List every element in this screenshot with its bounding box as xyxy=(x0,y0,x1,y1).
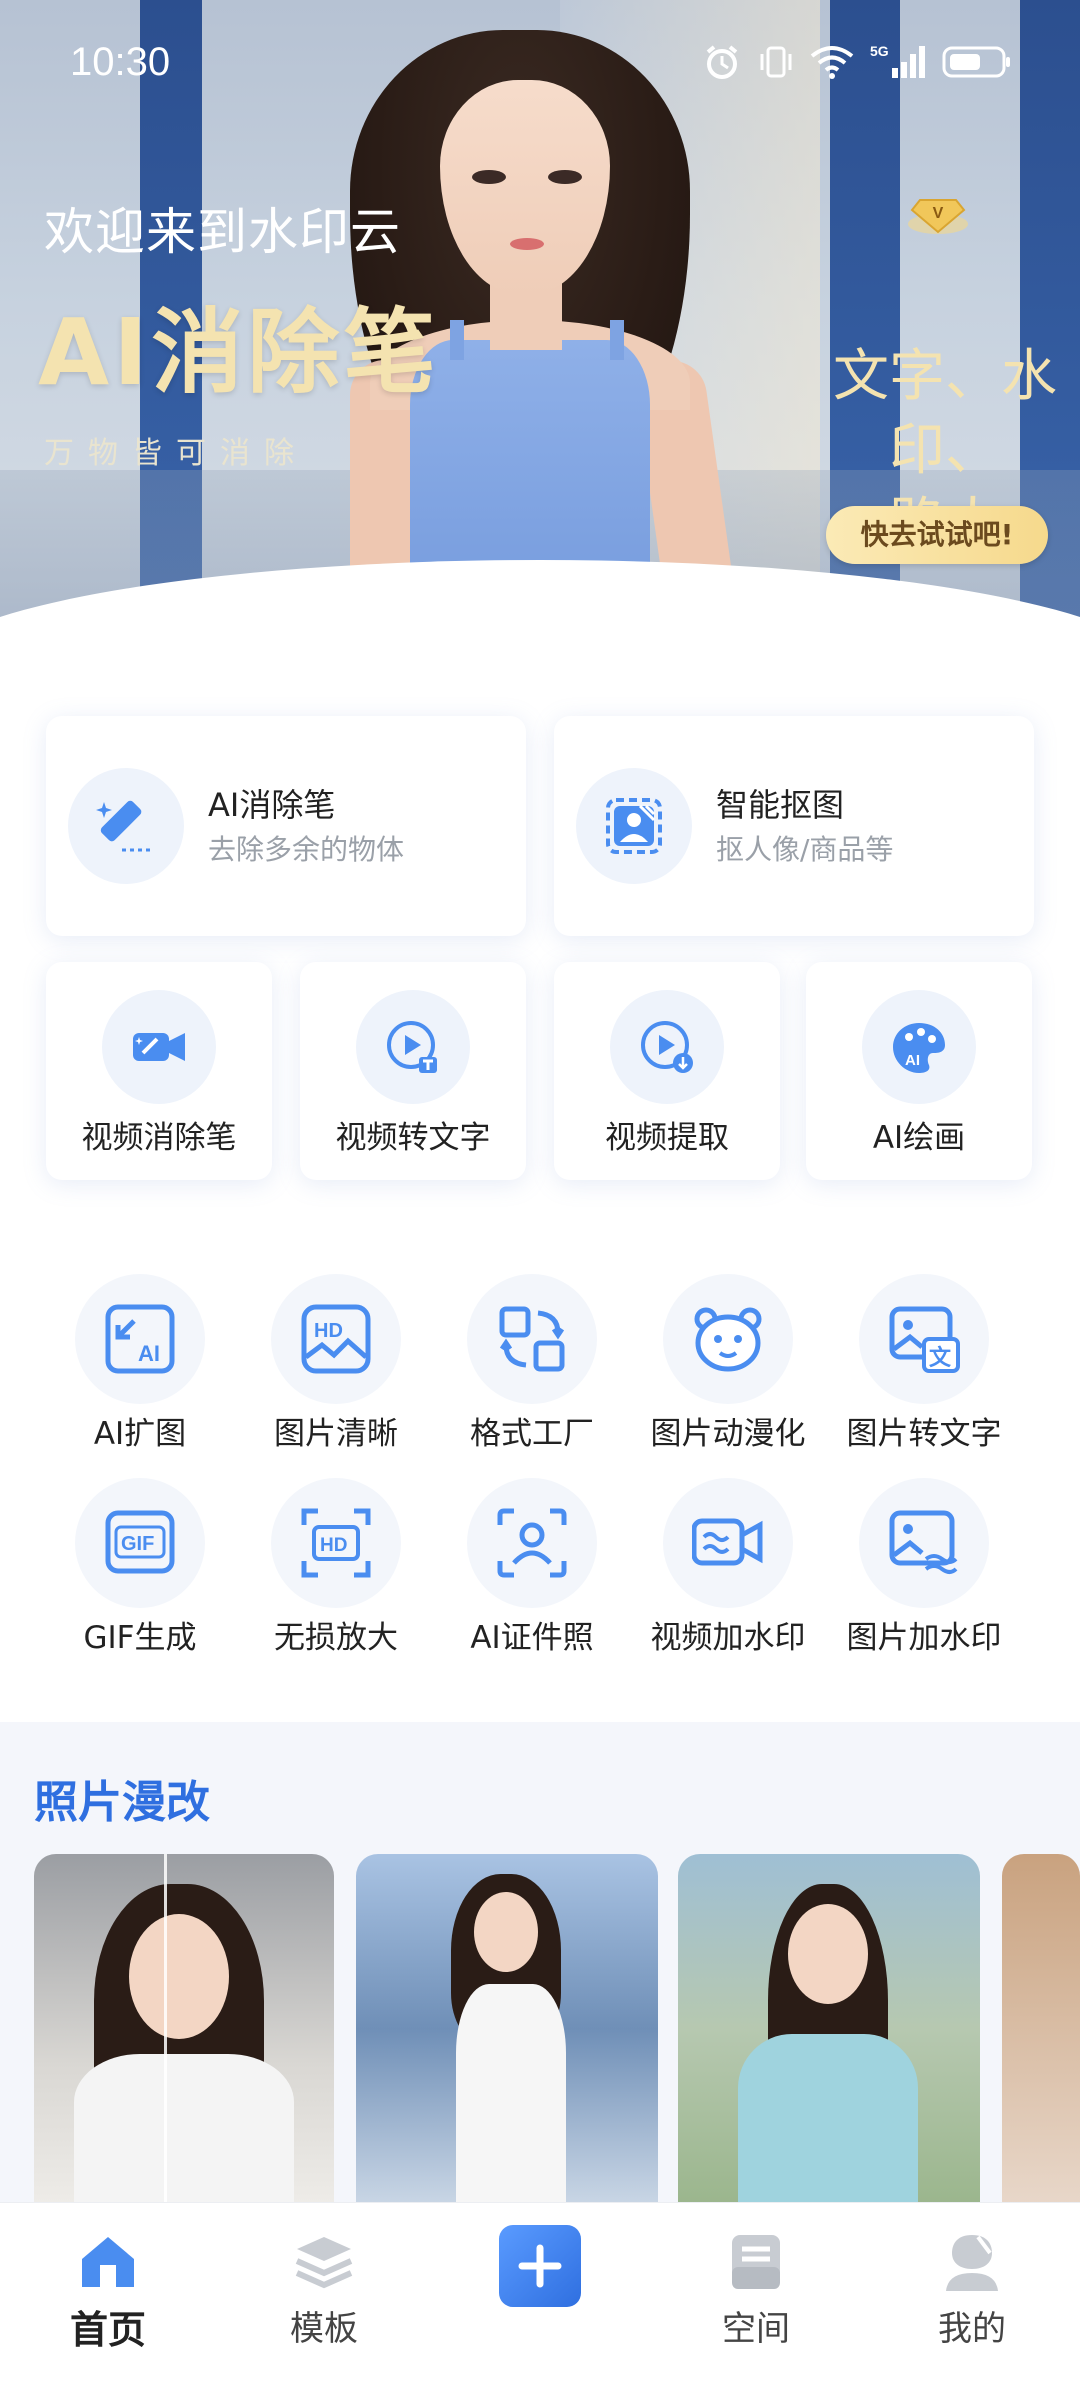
status-time: 10:30 xyxy=(70,40,171,84)
video-to-text-icon xyxy=(387,1021,437,1073)
hero-subtitle: 万物皆可消除 xyxy=(44,436,308,471)
video-extract-icon xyxy=(641,1021,693,1073)
tool-label: 图片动漫化 xyxy=(650,1416,806,1452)
feature-title: AI消除笔 xyxy=(208,786,336,824)
cutout-icon xyxy=(606,798,662,854)
tool-label: 无损放大 xyxy=(274,1620,398,1656)
nav-profile[interactable]: 我的 xyxy=(892,2231,1052,2350)
svg-text:HD: HD xyxy=(320,1535,347,1556)
image-watermark-icon xyxy=(889,1510,958,1574)
tool-label: AI证件照 xyxy=(470,1620,594,1656)
card-label: AI绘画 xyxy=(872,1120,966,1156)
before-after-divider xyxy=(164,1854,167,2204)
ai-expand-icon: AI xyxy=(105,1304,175,1374)
tool-image-to-text[interactable]: 文 图片转文字 xyxy=(826,1274,1022,1474)
plus-icon xyxy=(518,2244,562,2288)
layers-icon xyxy=(295,2237,353,2289)
gif-icon: GIF xyxy=(105,1510,175,1574)
tool-anime[interactable]: 图片动漫化 xyxy=(630,1274,826,1474)
svg-text:AI: AI xyxy=(138,1341,160,1366)
nav-label: 模板 xyxy=(290,2309,358,2349)
bottom-navigation: 首页 模板 空间 我的 xyxy=(0,2202,1080,2381)
id-photo-icon xyxy=(497,1508,567,1578)
storage-icon xyxy=(732,2235,780,2289)
tool-video-watermark[interactable]: 视频加水印 xyxy=(630,1478,826,1678)
tool-label: 格式工厂 xyxy=(470,1416,594,1452)
home-icon xyxy=(82,2237,134,2287)
tool-label: 图片加水印 xyxy=(846,1620,1002,1656)
tool-format-factory[interactable]: 格式工厂 xyxy=(434,1274,630,1474)
nav-label: 我的 xyxy=(938,2309,1006,2349)
card-ai-painting[interactable]: AI AI绘画 xyxy=(806,962,1032,1180)
feature-desc: 去除多余的物体 xyxy=(208,833,405,866)
card-label: 视频提取 xyxy=(605,1120,729,1156)
network-type-label: 5G xyxy=(870,43,889,59)
profile-icon xyxy=(946,2235,998,2291)
tool-label: 视频加水印 xyxy=(650,1620,806,1656)
svg-text:GIF: GIF xyxy=(121,1533,154,1555)
tool-ai-id-photo[interactable]: AI证件照 xyxy=(434,1478,630,1678)
try-now-button[interactable]: 快去试试吧! xyxy=(826,506,1048,564)
tool-label: GIF生成 xyxy=(83,1620,197,1656)
wifi-icon xyxy=(810,46,854,79)
svg-text:AI: AI xyxy=(905,1052,920,1069)
welcome-text: 欢迎来到水印云 xyxy=(44,203,401,261)
photo-card[interactable] xyxy=(34,1854,334,2204)
tool-label: AI扩图 xyxy=(93,1416,187,1452)
tool-ai-expand[interactable]: AI AI扩图 xyxy=(42,1274,238,1474)
vibrate-icon xyxy=(760,46,792,78)
svg-text:HD: HD xyxy=(314,1320,343,1342)
tool-image-clarity[interactable]: HD 图片清晰 xyxy=(238,1274,434,1474)
feature-card-ai-eraser[interactable]: AI消除笔 去除多余的物体 xyxy=(46,716,526,936)
nav-templates[interactable]: 模板 xyxy=(244,2231,404,2350)
nav-home[interactable]: 首页 xyxy=(28,2231,188,2354)
image-to-text-icon: 文 xyxy=(889,1306,960,1373)
vip-diamond-icon[interactable]: V xyxy=(906,188,970,238)
hero-tagline-line1: 文字、水印、 xyxy=(833,344,1057,483)
svg-text:文: 文 xyxy=(929,1345,952,1371)
anime-icon xyxy=(694,1307,762,1372)
alarm-icon xyxy=(706,45,738,79)
tool-lossless-upscale[interactable]: HD 无损放大 xyxy=(238,1478,434,1678)
tool-label: 图片转文字 xyxy=(846,1416,1002,1452)
photo-card[interactable] xyxy=(1002,1854,1080,2204)
card-video-eraser[interactable]: 视频消除笔 xyxy=(46,962,272,1180)
section-title-photo-anime: 照片漫改 xyxy=(34,1777,210,1828)
format-factory-icon xyxy=(499,1306,565,1372)
feature-title: 智能抠图 xyxy=(716,786,845,824)
svg-text:V: V xyxy=(933,205,944,222)
feature-desc: 抠人像/商品等 xyxy=(716,833,894,866)
hero-title: AI消除笔 xyxy=(38,299,440,406)
battery-icon xyxy=(942,46,1010,78)
card-label: 视频转文字 xyxy=(335,1120,491,1156)
tool-label: 图片清晰 xyxy=(274,1416,398,1452)
video-watermark-icon xyxy=(692,1518,763,1566)
video-eraser-icon xyxy=(133,1033,185,1061)
hd-upscale-icon: HD xyxy=(301,1508,371,1578)
card-label: 视频消除笔 xyxy=(81,1120,237,1156)
eraser-pen-icon xyxy=(96,800,152,852)
nav-label: 空间 xyxy=(722,2309,790,2349)
nav-label: 首页 xyxy=(69,2308,146,2352)
photo-card[interactable] xyxy=(356,1854,658,2204)
status-bar: 10:30 5G xyxy=(0,0,1080,120)
photo-card[interactable] xyxy=(678,1854,980,2204)
tool-image-watermark[interactable]: 图片加水印 xyxy=(826,1478,1022,1678)
nav-space[interactable]: 空间 xyxy=(676,2231,836,2350)
card-video-to-text[interactable]: 视频转文字 xyxy=(300,962,526,1180)
card-video-extract[interactable]: 视频提取 xyxy=(554,962,780,1180)
signal-5g-icon: 5G xyxy=(870,43,925,78)
feature-card-smart-cutout[interactable]: 智能抠图 抠人像/商品等 xyxy=(554,716,1034,936)
hd-image-icon: HD xyxy=(301,1304,371,1374)
create-button[interactable] xyxy=(499,2225,581,2307)
tool-gif-generator[interactable]: GIF GIF生成 xyxy=(42,1478,238,1678)
ai-painting-icon: AI xyxy=(893,1023,945,1073)
